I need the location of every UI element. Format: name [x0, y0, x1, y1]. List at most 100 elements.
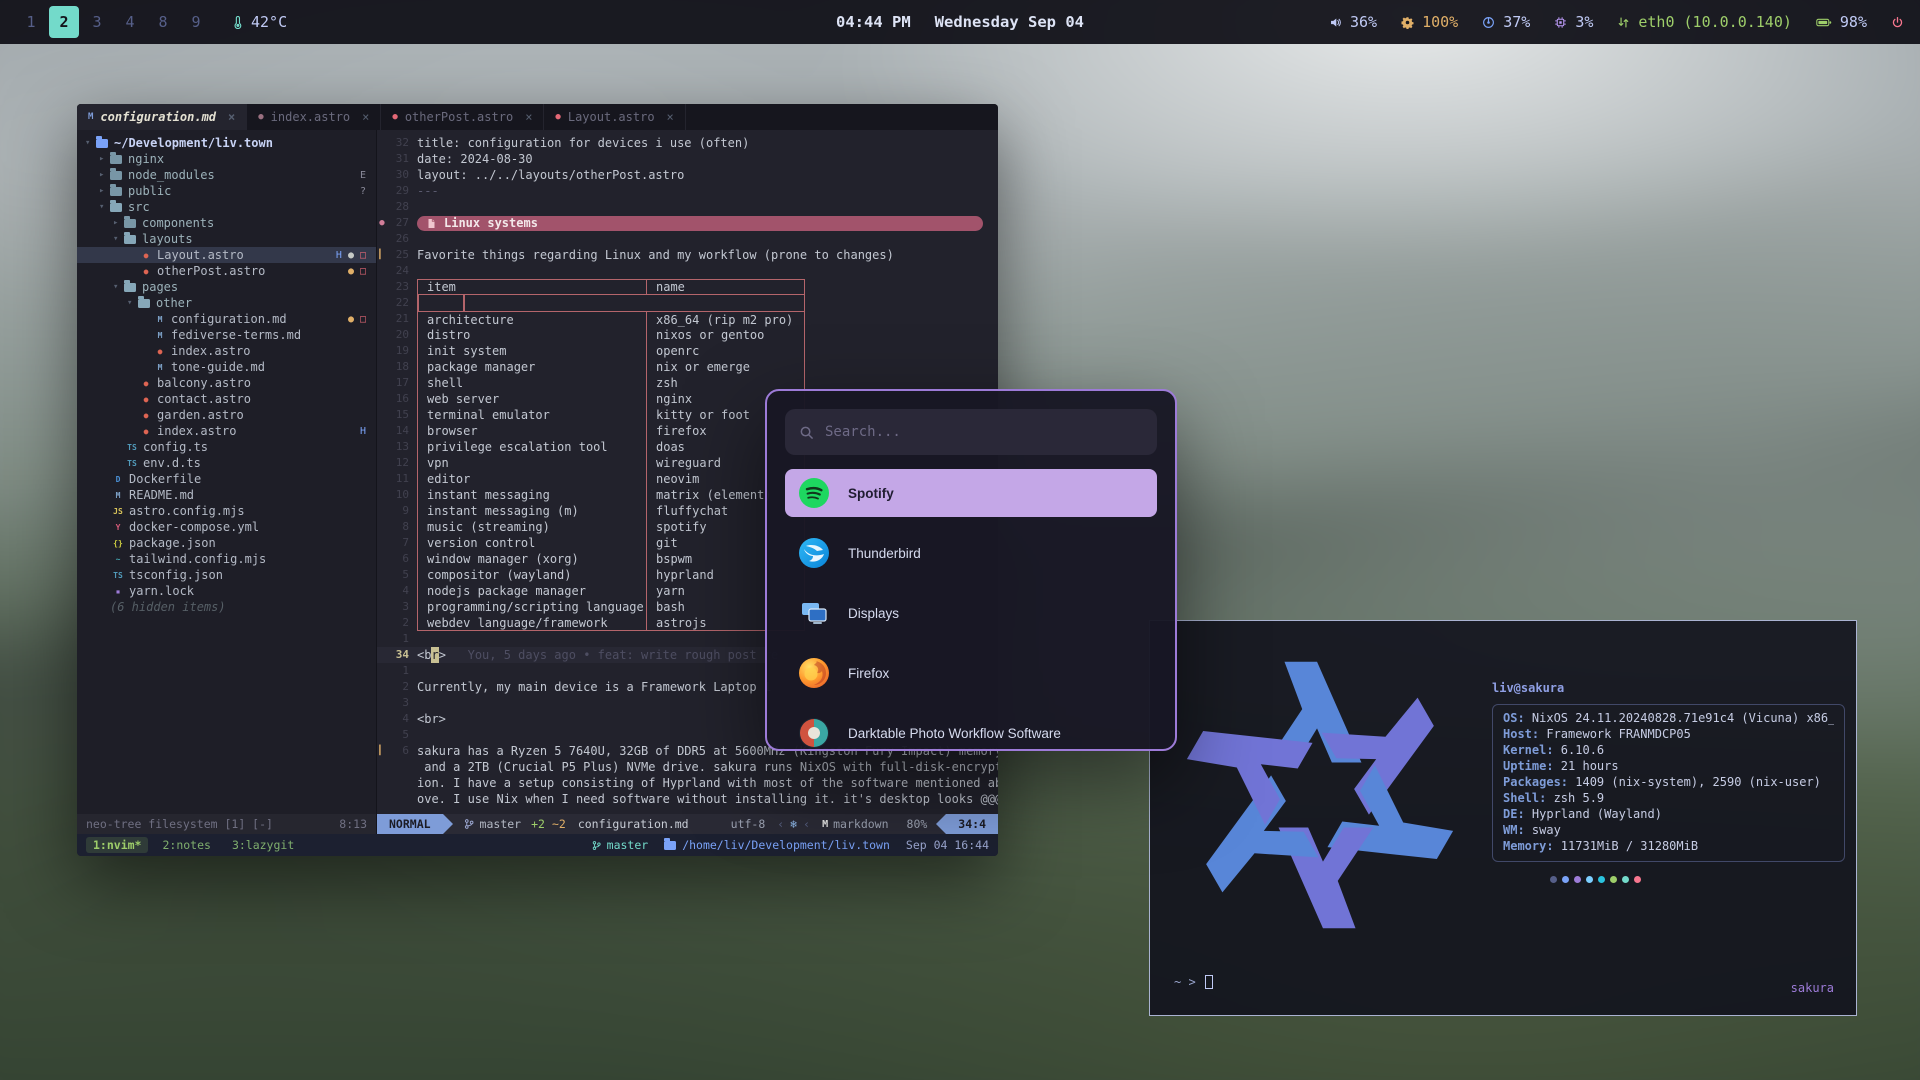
workspace-button-1[interactable]: 1 — [16, 6, 46, 38]
bar-module-battery[interactable]: 98% — [1816, 13, 1867, 31]
tree-item-label: balcony.astro — [157, 376, 251, 390]
workspace-button-9[interactable]: 9 — [181, 6, 211, 38]
tmux-path: /home/liv/Development/liv.town — [682, 838, 890, 852]
close-tab-icon[interactable]: × — [228, 110, 235, 124]
tree-item-public[interactable]: ▸public? — [77, 183, 376, 199]
tree-item--6-hidden-items-[interactable]: (6 hidden items) — [77, 599, 376, 615]
search-input[interactable]: Search... — [785, 409, 1157, 455]
gear-icon — [1401, 16, 1414, 29]
tree-item-pages[interactable]: ▾pages — [77, 279, 376, 295]
tmux-window-1:nvim*[interactable]: 1:nvim* — [86, 837, 148, 853]
line-number: 21 — [387, 311, 417, 327]
tree-item-index.astro[interactable]: ●index.astro — [77, 343, 376, 359]
launcher-item-spotify[interactable]: Spotify — [785, 469, 1157, 517]
tree-item-package.json[interactable]: {}package.json — [77, 535, 376, 551]
folder-icon — [664, 841, 676, 850]
workspace-button-8[interactable]: 8 — [148, 6, 178, 38]
tmux-window-3:lazygit[interactable]: 3:lazygit — [225, 837, 301, 853]
tree-item-fediverse-terms.md[interactable]: Mfediverse-terms.md — [77, 327, 376, 343]
shell-prompt[interactable]: ~ > — [1174, 975, 1213, 989]
launcher-item-displays[interactable]: Displays — [785, 589, 1157, 637]
line-number: 5 — [387, 567, 417, 583]
status-badge: □ — [360, 266, 366, 277]
close-tab-icon[interactable]: × — [667, 110, 674, 124]
chevron-icon — [113, 442, 124, 452]
tree-item--Development-liv.town[interactable]: ▾~/Development/liv.town — [77, 135, 376, 151]
tmux-window-2:notes[interactable]: 2:notes — [155, 837, 217, 853]
md-file-icon: M — [152, 331, 168, 340]
chevron-icon — [99, 570, 110, 580]
tree-item-node-modules[interactable]: ▸node_modulesE — [77, 167, 376, 183]
ts-file-icon: TS — [124, 443, 140, 452]
bar-module-network[interactable]: eth0 (10.0.0.140) — [1617, 13, 1792, 31]
tab-otherPost.astro[interactable]: ●otherPost.astro× — [381, 104, 544, 130]
tree-item-Dockerfile[interactable]: DDockerfile — [77, 471, 376, 487]
tree-item-contact.astro[interactable]: ●contact.astro — [77, 391, 376, 407]
tree-item-layouts[interactable]: ▾layouts — [77, 231, 376, 247]
line-number: 6 — [387, 551, 417, 567]
tree-item-src[interactable]: ▾src — [77, 199, 376, 215]
tree-item-label: tsconfig.json — [129, 568, 223, 582]
folder-icon — [110, 171, 122, 180]
fetch-key: Kernel: — [1503, 743, 1554, 759]
tree-item-label: pages — [142, 280, 178, 294]
close-tab-icon[interactable]: × — [362, 110, 369, 124]
table-row: browserfirefox — [417, 423, 805, 439]
tree-item-tone-guide.md[interactable]: Mtone-guide.md — [77, 359, 376, 375]
sign-column: ● — [377, 215, 387, 231]
table-cell-item: architecture — [418, 312, 647, 327]
table-row: music (streaming)spotify — [417, 519, 805, 535]
fetch-line-wm: WM: sway — [1503, 823, 1834, 839]
chevron-icon — [141, 314, 152, 324]
tree-item-astro.config.mjs[interactable]: JSastro.config.mjs — [77, 503, 376, 519]
status-badge: H — [360, 426, 366, 437]
palette-dot — [1562, 876, 1569, 883]
workspace-button-2[interactable]: 2 — [49, 6, 79, 38]
tab-label: index.astro — [271, 110, 350, 124]
bar-module-volume[interactable]: 36% — [1329, 13, 1377, 31]
tree-item-components[interactable]: ▸components — [77, 215, 376, 231]
tree-item-balcony.astro[interactable]: ●balcony.astro — [77, 375, 376, 391]
power-icon — [1891, 16, 1904, 29]
tree-item-index.astro[interactable]: ●index.astroH — [77, 423, 376, 439]
fetch-key: Shell: — [1503, 791, 1546, 807]
close-tab-icon[interactable]: × — [525, 110, 532, 124]
workspace-button-4[interactable]: 4 — [115, 6, 145, 38]
heading-text: Linux systems — [444, 215, 538, 231]
bar-module-cpu[interactable]: 3% — [1554, 13, 1593, 31]
status-bar: 123489 42°C 04:44 PM Wednesday Sep 04 36… — [0, 0, 1920, 44]
editor-line: ▎25Favorite things regarding Linux and m… — [377, 247, 998, 263]
tree-item-garden.astro[interactable]: ●garden.astro — [77, 407, 376, 423]
tree-item-tsconfig.json[interactable]: TStsconfig.json — [77, 567, 376, 583]
tree-item-config.ts[interactable]: TSconfig.ts — [77, 439, 376, 455]
tree-item-otherPost.astro[interactable]: ●otherPost.astro●□ — [77, 263, 376, 279]
tree-item-Layout.astro[interactable]: ●Layout.astroH●□ — [77, 247, 376, 263]
tree-item-env.d.ts[interactable]: TSenv.d.ts — [77, 455, 376, 471]
fetch-key: Host: — [1503, 727, 1539, 743]
workspace-button-3[interactable]: 3 — [82, 6, 112, 38]
bar-module-gear[interactable]: 100% — [1401, 13, 1458, 31]
tree-item-yarn.lock[interactable]: ▪yarn.lock — [77, 583, 376, 599]
tree-item-label: package.json — [129, 536, 216, 550]
launcher-item-firefox[interactable]: Firefox — [785, 649, 1157, 697]
line-number: 31 — [387, 151, 417, 167]
status-badge: ● — [348, 314, 354, 325]
tree-item-README.md[interactable]: MREADME.md — [77, 487, 376, 503]
bar-module-power[interactable] — [1891, 16, 1904, 29]
tree-item-other[interactable]: ▾other — [77, 295, 376, 311]
editor-line: 28 — [377, 199, 998, 215]
tree-item-configuration.md[interactable]: Mconfiguration.md●□ — [77, 311, 376, 327]
tree-item-tailwind.config.mjs[interactable]: ~tailwind.config.mjs — [77, 551, 376, 567]
launcher-item-thunderbird[interactable]: Thunderbird — [785, 529, 1157, 577]
tab-index.astro[interactable]: ●index.astro× — [247, 104, 381, 130]
tab-configuration.md[interactable]: Mconfiguration.md× — [77, 104, 247, 130]
bar-module-disk[interactable]: 37% — [1482, 13, 1530, 31]
search-icon — [799, 425, 814, 440]
line-number: 11 — [387, 471, 417, 487]
fetch-line-shell: Shell: zsh 5.9 — [1503, 791, 1834, 807]
spotify-icon — [797, 476, 831, 510]
launcher-item-darktable[interactable]: Darktable Photo Workflow Software — [785, 709, 1157, 751]
tree-item-nginx[interactable]: ▸nginx — [77, 151, 376, 167]
tab-Layout.astro[interactable]: ●Layout.astro× — [544, 104, 685, 130]
tree-item-docker-compose.yml[interactable]: Ydocker-compose.yml — [77, 519, 376, 535]
